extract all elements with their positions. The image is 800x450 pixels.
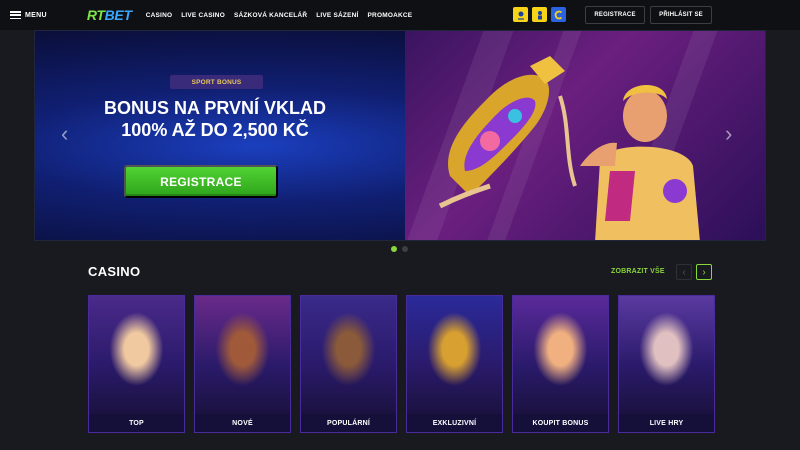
top-header: MENU RTBET CASINO LIVE CASINO SÁZKOVÁ KA… <box>0 0 800 30</box>
banner-prev-arrow[interactable]: ‹ <box>61 123 68 145</box>
card-artwork <box>89 296 184 414</box>
nav-casino[interactable]: CASINO <box>146 12 172 19</box>
card-label: LIVE HRY <box>619 414 714 432</box>
nav-sportsbook[interactable]: SÁZKOVÁ KANCELÁŘ <box>234 12 307 19</box>
card-artwork <box>407 296 502 414</box>
see-all-link[interactable]: ZOBRAZIT VŠE <box>611 268 665 275</box>
card-artwork <box>619 296 714 414</box>
promo-banner[interactable]: SPORT BONUS BONUS NA PRVNÍ VKLAD 100% AŽ… <box>34 30 766 241</box>
menu-button[interactable]: MENU <box>10 11 47 19</box>
logo[interactable]: RTBET <box>87 8 132 22</box>
person-icon[interactable] <box>532 7 547 22</box>
card-label: EXKLUZIVNÍ <box>407 414 502 432</box>
category-card-buy-bonus[interactable]: KOUPIT BONUS <box>512 295 609 433</box>
location-icon[interactable] <box>513 7 528 22</box>
nav-promotions[interactable]: PROMOAKCE <box>368 12 413 19</box>
category-card-popular[interactable]: POPULÁRNÍ <box>300 295 397 433</box>
card-label: NOVÉ <box>195 414 290 432</box>
card-label: KOUPIT BONUS <box>513 414 608 432</box>
casino-prev-button[interactable]: ‹ <box>676 264 692 280</box>
nav-live-betting[interactable]: LIVE SÁZENÍ <box>316 12 358 19</box>
card-label: POPULÁRNÍ <box>301 414 396 432</box>
nav-live-casino[interactable]: LIVE CASINO <box>181 12 225 19</box>
athlete-illustration <box>580 84 700 240</box>
casino-next-button[interactable]: › <box>696 264 712 280</box>
register-button[interactable]: REGISTRACE <box>585 6 645 24</box>
category-card-top[interactable]: TOP <box>88 295 185 433</box>
carousel-dots <box>391 246 408 252</box>
promo-icon[interactable] <box>551 7 566 22</box>
sport-bonus-badge: SPORT BONUS <box>170 75 263 89</box>
hamburger-icon <box>10 11 21 19</box>
banner-register-button[interactable]: REGISTRACE <box>124 165 278 198</box>
card-artwork <box>513 296 608 414</box>
casino-section-title: CASINO <box>88 264 141 279</box>
category-card-new[interactable]: NOVÉ <box>194 295 291 433</box>
card-artwork <box>301 296 396 414</box>
trophy-illustration <box>438 56 577 209</box>
carousel-dot-1[interactable] <box>391 246 397 252</box>
card-artwork <box>195 296 290 414</box>
banner-next-arrow[interactable]: › <box>725 123 732 145</box>
menu-label: MENU <box>25 11 47 19</box>
login-button[interactable]: PŘIHLÁSIT SE <box>650 6 712 24</box>
header-icons <box>513 7 566 22</box>
casino-category-cards: TOP NOVÉ POPULÁRNÍ EXKLUZIVNÍ KOUPIT BON… <box>88 295 715 433</box>
main-nav: CASINO LIVE CASINO SÁZKOVÁ KANCELÁŘ LIVE… <box>146 12 413 19</box>
category-card-exclusive[interactable]: EXKLUZIVNÍ <box>406 295 503 433</box>
category-card-live-games[interactable]: LIVE HRY <box>618 295 715 433</box>
card-label: TOP <box>89 414 184 432</box>
banner-headline: BONUS NA PRVNÍ VKLAD 100% AŽ DO 2,500 KČ <box>103 98 327 140</box>
carousel-dot-2[interactable] <box>402 246 408 252</box>
